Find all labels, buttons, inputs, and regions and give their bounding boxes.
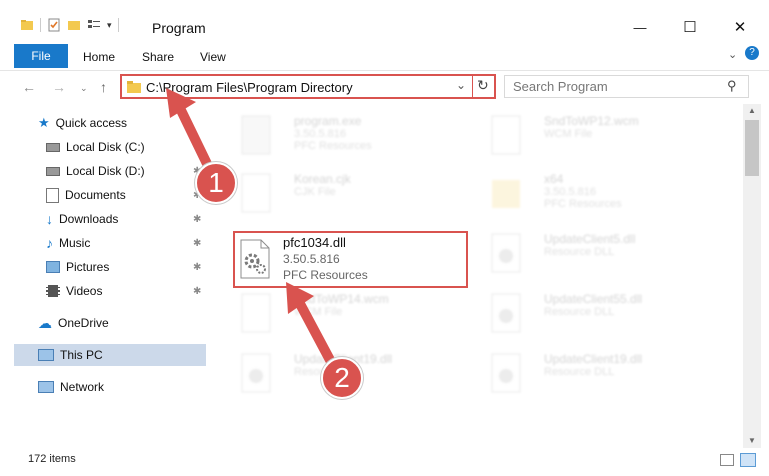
annotation-arrows <box>166 88 335 365</box>
step-badge-1: 1 <box>195 162 237 204</box>
status-bar: 172 items <box>0 448 769 476</box>
large-icons-view-icon[interactable] <box>740 453 756 467</box>
details-view-icon[interactable] <box>720 454 734 466</box>
arrow-1 <box>173 99 215 175</box>
step-badge-2: 2 <box>321 357 363 399</box>
item-count: 172 items <box>28 453 76 465</box>
arrow-2 <box>293 295 335 365</box>
